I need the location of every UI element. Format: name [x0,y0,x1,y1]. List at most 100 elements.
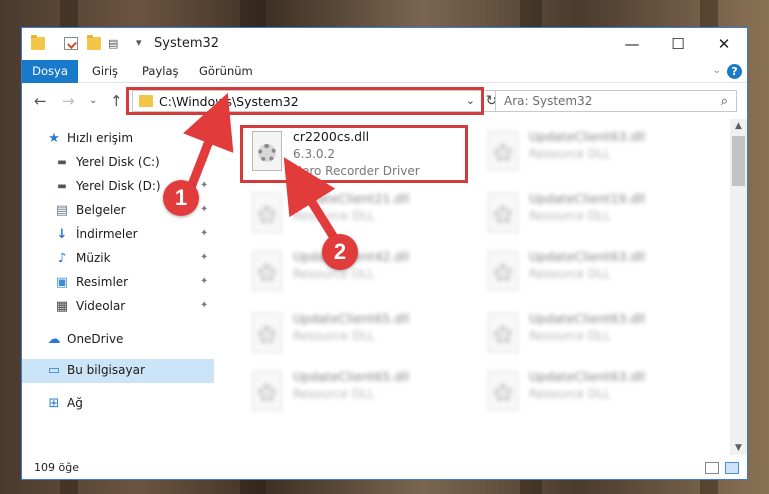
documents-icon: ▤ [55,203,69,218]
file-name: UpdateClient63.dll [529,129,646,144]
navigation-pane: ★ Hızlı erişim ▬ Yerel Disk (C:) ✦ ▬ Yer… [22,119,214,455]
file-list: cr2200cs.dll 6.3.0.2 Nero Recorder Drive… [214,119,730,455]
back-arrow-icon[interactable]: ← [34,92,47,110]
pin-icon[interactable]: ✦ [200,301,210,311]
search-icon[interactable]: ⌕ [721,94,728,109]
sidebar-item-label: Hızlı erişim [67,131,134,145]
drive-icon: ▬ [57,157,67,168]
minimize-button[interactable]: — [609,28,655,60]
sidebar-item-videos[interactable]: ▦ Videolar ✦ [22,295,214,319]
item-count: 109 öğe [34,461,79,474]
cloud-icon: ☁ [47,332,61,347]
file-name: UpdateClient65.dll [293,311,410,326]
tab-file[interactable]: Dosya [22,60,78,83]
tab-view[interactable]: Görünüm [199,60,253,83]
dll-file-icon [484,131,522,177]
pictures-icon: ▣ [55,275,69,290]
tiles-view-icon[interactable] [725,462,739,474]
chevron-down-icon[interactable]: ⌄ [713,65,721,76]
file-name: UpdateClient63.dll [529,249,646,264]
music-icon: ♪ [57,251,67,266]
sidebar-item-label: Yerel Disk (C:) [76,155,160,169]
tab-share[interactable]: Paylaş [142,60,179,83]
help-button[interactable]: ? [727,64,742,79]
maximize-button[interactable]: ☐ [655,28,701,60]
pin-icon[interactable]: ✦ [200,253,210,263]
forward-arrow-icon[interactable]: → [62,92,75,110]
file-item[interactable]: UpdateClient19.dll Resource DLL [484,189,714,249]
file-name: UpdateClient21.dll [293,191,410,206]
folder-icon [31,35,45,50]
file-name: UpdateClient63.dll [529,369,646,384]
pin-icon[interactable]: ✦ [200,277,210,287]
pin-icon[interactable]: ✦ [200,181,210,191]
status-bar: 109 öğe [22,455,747,479]
customize-toolbar-icon[interactable]: ▤ [108,37,122,50]
callout-2: 2 [322,234,358,270]
explorer-window: ▤ ▾ System32 — ☐ ✕ Dosya Giriş Paylaş Gö… [21,27,748,480]
file-item[interactable]: UpdateClient65.dll Resource DLL [248,309,478,369]
search-input[interactable]: Ara: System32 ⌕ [495,90,737,112]
file-description: Resource DLL [529,147,611,161]
file-description: Resource DLL [529,209,611,223]
drive-icon: ▬ [57,181,67,192]
sidebar-item-label: Yerel Disk (D:) [76,179,161,193]
scroll-thumb[interactable] [732,136,745,186]
computer-icon: ▭ [47,363,61,378]
video-icon: ▦ [55,299,69,314]
file-name: UpdateClient63.dll [529,311,646,326]
file-description: Resource DLL [293,387,375,401]
file-item[interactable]: UpdateClient63.dll Resource DLL [484,309,714,369]
vertical-scrollbar[interactable]: ▲ ▼ [730,119,747,455]
close-button[interactable]: ✕ [701,28,747,60]
file-item[interactable]: UpdateClient63.dll Resource DLL [484,247,714,307]
sidebar-item-pictures[interactable]: ▣ Resimler ✦ [22,271,214,295]
quick-access-dropdown-icon[interactable]: ▾ [136,36,142,49]
tab-home[interactable]: Giriş [92,60,118,83]
file-name: UpdateClient65.dll [293,369,410,384]
file-item[interactable]: UpdateClient63.dll Resource DLL [484,367,714,427]
file-item[interactable]: UpdateClient63.dll Resource DLL [484,127,714,187]
window-title: System32 [154,36,220,51]
network-icon: ⊞ [48,396,60,411]
pin-icon[interactable]: ✦ [200,157,210,167]
dll-file-icon [248,251,286,297]
dll-file-icon [248,371,286,417]
file-description: Resource DLL [529,267,611,281]
sidebar-item-label: İndirmeler [76,227,138,241]
file-item[interactable]: UpdateClient42.dll Resource DLL [248,247,478,307]
file-name: UpdateClient19.dll [529,191,646,206]
properties-icon[interactable] [64,37,78,50]
file-item[interactable]: UpdateClient65.dll Resource DLL [248,367,478,427]
scroll-down-icon[interactable]: ▼ [730,441,747,455]
sidebar-item-drive-c[interactable]: ▬ Yerel Disk (C:) ✦ [22,151,214,175]
file-highlight [240,125,468,183]
file-description: Resource DLL [529,329,611,343]
dll-file-icon [248,313,286,359]
sidebar-item-music[interactable]: ♪ Müzik ✦ [22,247,214,271]
address-bar-highlight [126,87,484,115]
sidebar-item-downloads[interactable]: ↓ İndirmeler ✦ [22,223,214,247]
pin-icon[interactable]: ✦ [200,205,210,215]
sidebar-item-label: Belgeler [76,203,126,217]
sidebar-item-label: Ağ [67,396,83,410]
star-icon: ★ [48,131,60,146]
sidebar-item-label: Videolar [76,299,126,313]
sidebar-item-onedrive[interactable]: ☁ OneDrive [22,328,214,352]
sidebar-item-label: Resimler [76,275,129,289]
file-description: Resource DLL [529,387,611,401]
sidebar-item-this-pc[interactable]: ▭ Bu bilgisayar [22,359,214,383]
search-placeholder: Ara: System32 [504,94,593,108]
file-description: Resource DLL [293,329,375,343]
new-folder-icon[interactable] [87,35,101,50]
recent-locations-icon[interactable]: ⌄ [89,95,97,106]
sidebar-item-network[interactable]: ⊞ Ağ [22,392,214,416]
up-arrow-icon[interactable]: ↑ [110,92,123,110]
scroll-up-icon[interactable]: ▲ [730,119,747,133]
title-bar: ▤ ▾ System32 — ☐ ✕ [22,28,747,60]
dll-file-icon [248,193,286,239]
details-view-icon[interactable] [705,462,719,474]
sidebar-item-quick-access[interactable]: ★ Hızlı erişim [22,127,214,151]
file-item[interactable]: UpdateClient21.dll Resource DLL [248,189,478,249]
pin-icon[interactable]: ✦ [200,229,210,239]
